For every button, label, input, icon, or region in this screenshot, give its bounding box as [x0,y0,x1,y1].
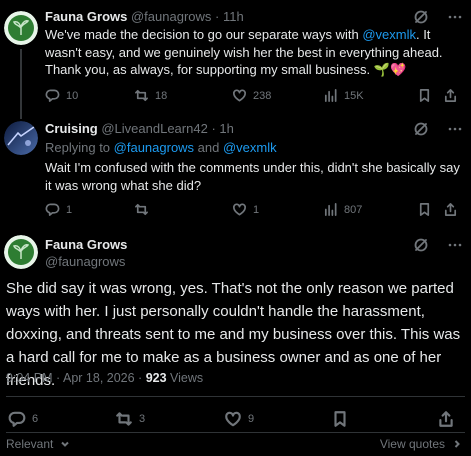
thread-line [20,49,22,109]
views-label: Views [170,371,204,385]
tweet-top-icons [413,237,463,253]
like-count: 1 [253,203,260,216]
bookmark-button[interactable] [417,202,432,217]
separator: · [211,121,216,136]
share-button[interactable] [443,202,458,217]
views-icon [324,89,337,102]
tweet-actions: 1 1 807 [45,202,463,220]
more-icon[interactable] [447,9,463,25]
more-icon[interactable] [447,237,463,253]
reply-icon [45,89,60,102]
reply-icon [8,411,26,427]
retweet-icon [135,89,148,102]
grok-icon[interactable] [413,9,429,25]
tweet-meta: 9:04 PM · Apr 18, 2026 · 923 Views [6,371,204,385]
author-handle[interactable]: @LiveandLearn42 [101,121,207,136]
timestamp[interactable]: 11h [223,9,244,24]
bookmark-button[interactable] [331,410,349,428]
author-name[interactable]: Cruising [45,121,98,136]
heart-icon [233,89,246,102]
retweet-icon [116,412,132,426]
divider [6,396,465,397]
reply-count: 10 [66,89,79,102]
reply-button[interactable]: 10 [45,88,78,103]
date[interactable]: Apr 18, 2026 [63,371,135,385]
share-button[interactable] [437,410,455,428]
chevron-right-icon [454,440,460,448]
bookmark-button[interactable] [417,88,432,103]
author-name[interactable]: Fauna Grows [45,237,465,252]
views-button[interactable]: 15K [323,88,364,103]
retweet-button[interactable] [134,202,155,217]
more-icon[interactable] [447,121,463,137]
bookmark-icon [419,89,430,102]
divider [6,432,465,433]
sort-label: Relevant [6,437,54,451]
author-name[interactable]: Fauna Grows [45,9,127,24]
reply-icon [45,203,60,216]
avatar[interactable] [4,235,38,269]
thread-line [20,109,22,119]
retweet-count: 3 [139,413,146,425]
bookmark-icon [334,411,346,427]
like-count: 238 [253,89,272,102]
views-icon [324,203,337,216]
separator: · [215,9,220,24]
share-icon [444,89,457,102]
reply-count: 1 [66,203,73,216]
mention-link[interactable]: @vexmlk [362,27,416,42]
grok-icon[interactable] [413,121,429,137]
chevron-down-icon [61,441,70,447]
views-count: 923 [145,371,167,385]
retweet-button[interactable]: 3 [115,410,145,428]
replying-to: Replying to @faunagrows and @vexmlk [45,140,277,155]
like-button[interactable]: 238 [232,88,271,103]
retweet-count: 18 [155,89,168,102]
reply-count: 6 [32,413,39,425]
timestamp[interactable]: 1h [219,121,233,136]
replying-to-link[interactable]: @faunagrows [114,140,194,155]
views-button[interactable]: 807 [323,202,362,217]
tweet-text: We've made the decision to go our separa… [45,27,443,77]
views-count: 15K [344,89,364,102]
reply-button[interactable]: 1 [45,202,72,217]
tweet-actions: 10 18 238 15K [45,88,463,106]
tweet-text: Wait I'm confused with the comments unde… [45,160,460,193]
heart-icon [225,411,241,427]
share-icon [439,411,453,427]
views-count: 807 [344,203,363,216]
heart-icon [233,203,246,216]
tweet-top-icons [413,121,463,137]
retweet-button[interactable]: 18 [134,88,167,103]
tweet-cruising[interactable]: Cruising @LiveandLearn42 · 1h Replying t… [0,109,471,221]
like-button[interactable]: 1 [232,202,259,217]
reply-button[interactable]: 6 [8,410,38,428]
timestamp[interactable]: 9:04 PM [6,371,53,385]
avatar[interactable] [4,11,38,45]
retweet-icon [135,203,148,216]
view-quotes-link[interactable]: View quotes [380,437,463,451]
like-count: 9 [248,413,255,425]
grok-icon[interactable] [413,237,429,253]
avatar[interactable] [4,121,38,155]
bookmark-icon [419,203,430,216]
author-handle[interactable]: @faunagrows [131,9,211,24]
main-actions: 6 3 9 [0,410,471,430]
like-button[interactable]: 9 [224,410,254,428]
sort-dropdown[interactable]: Relevant [6,437,71,451]
replying-to-link[interactable]: @vexmlk [223,140,277,155]
tweet-faunagrows-1[interactable]: Fauna Grows @faunagrows · 11h We've made… [0,9,471,109]
share-icon [444,203,457,216]
tweet-top-icons [413,9,463,25]
author-handle[interactable]: @faunagrows [45,254,465,269]
view-quotes-label: View quotes [379,437,445,451]
share-button[interactable] [443,88,458,103]
